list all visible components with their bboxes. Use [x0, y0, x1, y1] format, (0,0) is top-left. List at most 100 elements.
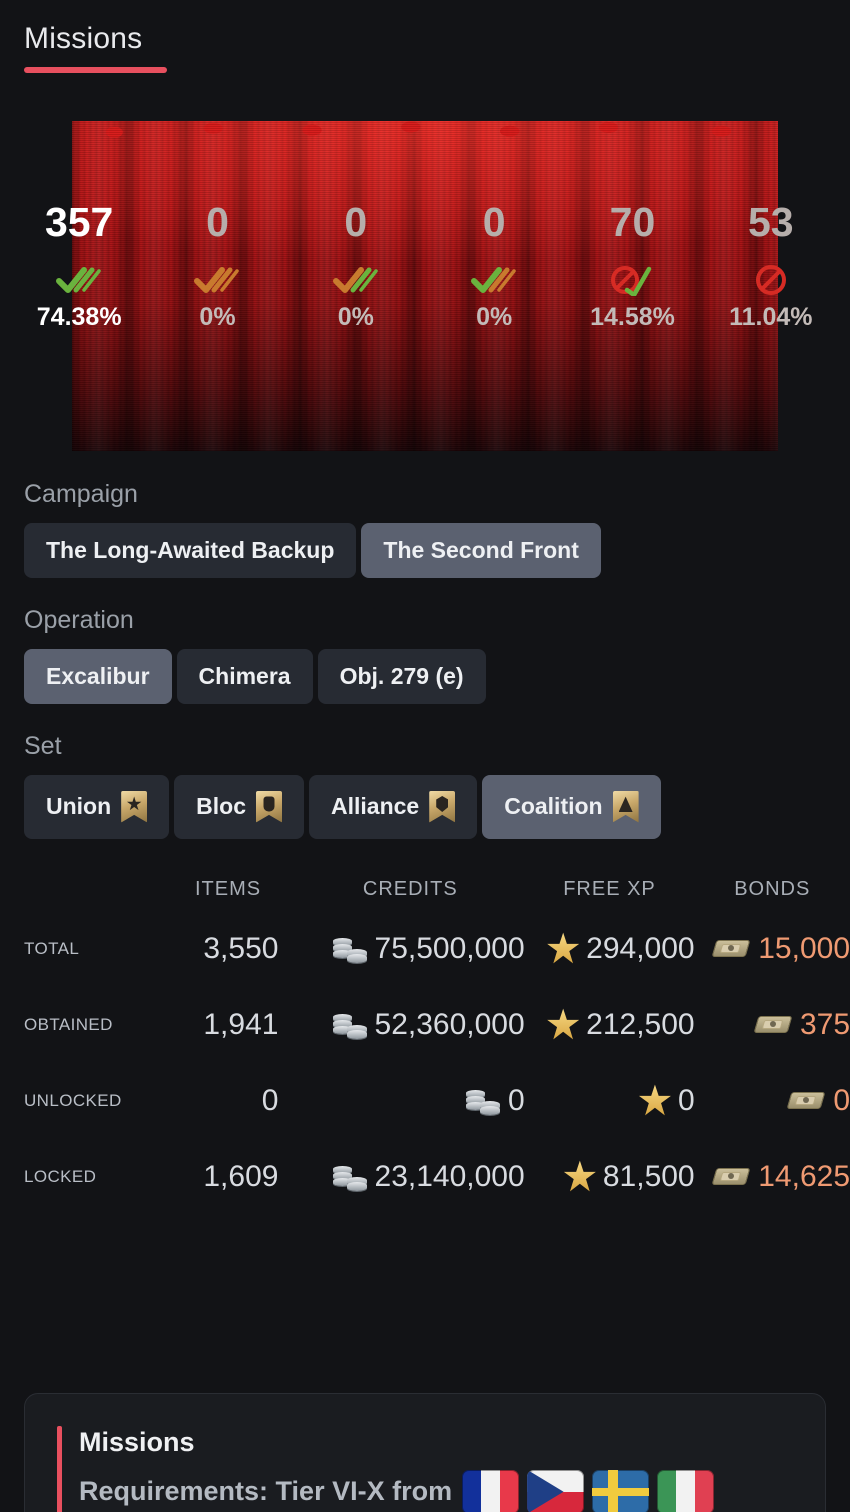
- pill-label: Chimera: [198, 662, 291, 689]
- silver-coins-icon: [331, 1010, 369, 1040]
- cash-bundle-icon: [711, 1164, 751, 1190]
- row-label-unlocked: UNLOCKED: [24, 1090, 122, 1110]
- stat-column-blocked[interactable]: 53 11.04%: [702, 198, 840, 331]
- nation-flags: [462, 1469, 715, 1512]
- column-header-items: ITEMS: [195, 878, 262, 900]
- cell-items: 1,941: [203, 1007, 279, 1041]
- campaign-option-second-front[interactable]: The Second Front: [361, 522, 601, 578]
- column-header-free-xp: FREE XP: [563, 878, 656, 900]
- stat-percent: 0%: [337, 302, 374, 331]
- blocked-check-icon: [563, 257, 701, 303]
- cell-free-xp: 81,500: [602, 1159, 695, 1193]
- set-option-union[interactable]: Union: [24, 774, 170, 839]
- operation-option-excalibur[interactable]: Excalibur: [24, 648, 172, 704]
- gold-star-icon: [547, 1008, 580, 1040]
- campaign-option-long-awaited-backup[interactable]: The Long-Awaited Backup: [24, 522, 357, 578]
- operation-option-obj-279e[interactable]: Obj. 279 (e): [317, 648, 486, 704]
- stat-count: 0: [344, 198, 368, 245]
- silver-coins-icon: [331, 1162, 369, 1192]
- stat-count: 357: [44, 198, 114, 245]
- gold-star-icon: [638, 1084, 671, 1116]
- ribbon-shield-square-icon: [256, 790, 282, 823]
- stat-column-3[interactable]: 0 0%: [287, 198, 425, 331]
- mission-stats-banner: 357 74.38% 0 0% 0 0% 0 0% 70 14.58% 53 1…: [0, 107, 850, 452]
- stat-percent: 11.04%: [729, 302, 813, 331]
- pill-label: Bloc: [196, 793, 246, 819]
- table-header-row: ITEMS CREDITS FREE XP BONDS: [24, 869, 850, 911]
- pill-label: Union: [46, 793, 112, 819]
- cash-bundle-icon: [711, 936, 751, 962]
- table-row: OBTAINED 1,941 52,360,000 212,500 375: [24, 987, 850, 1063]
- set-option-alliance[interactable]: Alliance: [309, 774, 478, 839]
- cell-credits: 23,140,000: [374, 1159, 525, 1193]
- stat-percent: 0%: [199, 302, 236, 331]
- czech-republic-flag: [527, 1469, 585, 1512]
- double-check-green-icon: [10, 257, 148, 303]
- cell-credits: 75,500,000: [374, 931, 525, 965]
- pill-label: Obj. 279 (e): [339, 662, 464, 689]
- stat-count: 53: [748, 198, 794, 245]
- cell-items: 1,609: [203, 1159, 279, 1193]
- stat-column-completed[interactable]: 357 74.38%: [10, 198, 148, 330]
- stat-column-4[interactable]: 0 0%: [425, 198, 563, 331]
- cell-items: 0: [261, 1083, 279, 1117]
- campaign-label: Campaign: [24, 479, 138, 508]
- operation-option-chimera[interactable]: Chimera: [176, 648, 313, 704]
- cell-bonds: 375: [799, 1007, 850, 1041]
- silver-coins-icon: [464, 1086, 502, 1116]
- set-option-bloc[interactable]: Bloc: [174, 774, 304, 839]
- ribbon-triangle-icon: [612, 790, 639, 823]
- cell-items: 3,550: [203, 931, 279, 965]
- table-row: TOTAL 3,550 75,500,000 294,000 15,000: [24, 911, 850, 987]
- stat-percent: 0%: [476, 302, 513, 331]
- campaign-options: The Long-Awaited Backup The Second Front: [24, 522, 826, 578]
- banner-stats-row: 357 74.38% 0 0% 0 0% 0 0% 70 14.58% 53 1…: [0, 107, 850, 452]
- stat-count: 0: [206, 198, 229, 245]
- pill-label: Excalibur: [46, 662, 150, 689]
- mission-info-card[interactable]: Missions Requirements: Tier VI-X from: [24, 1393, 826, 1512]
- set-section: Set Union Bloc Alliance Coalition: [0, 732, 850, 839]
- table-row: UNLOCKED 0 0 0 0: [24, 1063, 850, 1139]
- page-header: Missions: [0, 0, 850, 73]
- set-label: Set: [24, 731, 62, 760]
- stat-percent: 14.58%: [590, 302, 675, 331]
- cell-free-xp: 212,500: [586, 1007, 695, 1041]
- cell-free-xp: 294,000: [586, 931, 695, 965]
- ribbon-shield-icon: [429, 790, 456, 823]
- cell-bonds: 14,625: [758, 1159, 850, 1193]
- card-body: Missions Requirements: Tier VI-X from: [79, 1427, 815, 1512]
- cell-bonds: 0: [833, 1083, 850, 1117]
- stat-column-2[interactable]: 0 0%: [148, 198, 286, 331]
- card-requirements-text: Requirements: Tier VI-X from: [79, 1476, 453, 1507]
- column-header-credits: CREDITS: [362, 878, 458, 900]
- stat-count: 0: [482, 198, 506, 245]
- cash-bundle-icon: [753, 1012, 793, 1038]
- italy-flag: [657, 1469, 715, 1512]
- row-label-obtained: OBTAINED: [24, 1014, 113, 1034]
- page-title: Missions: [24, 22, 143, 55]
- card-requirements-row: Requirements: Tier VI-X from: [79, 1469, 815, 1512]
- cell-free-xp: 0: [677, 1083, 695, 1117]
- card-title: Missions: [79, 1427, 195, 1457]
- operation-section: Operation Excalibur Chimera Obj. 279 (e): [0, 606, 850, 704]
- double-check-green-orange-icon: [425, 257, 563, 303]
- gold-star-icon: [547, 932, 580, 964]
- set-option-coalition[interactable]: Coalition: [482, 774, 661, 839]
- cash-bundle-icon: [786, 1088, 826, 1114]
- blocked-icon: [702, 257, 840, 303]
- operation-label: Operation: [24, 605, 134, 634]
- set-options: Union Bloc Alliance Coalition: [24, 774, 826, 839]
- cell-bonds: 15,000: [758, 931, 850, 965]
- campaign-section: Campaign The Long-Awaited Backup The Sec…: [0, 480, 850, 578]
- cell-credits: 52,360,000: [374, 1007, 525, 1041]
- table-row: LOCKED 1,609 23,140,000 81,500 14,625: [24, 1139, 850, 1215]
- double-check-orange-icon: [148, 257, 286, 303]
- row-label-locked: LOCKED: [24, 1166, 97, 1186]
- gold-star-icon: [563, 1160, 596, 1192]
- double-check-orange-green-icon: [287, 257, 425, 303]
- stat-column-blocked-check[interactable]: 70 14.58%: [563, 201, 701, 331]
- pill-label: Alliance: [331, 793, 420, 819]
- row-label-total: TOTAL: [24, 938, 80, 958]
- sweden-flag: [592, 1469, 650, 1512]
- pill-label: Coalition: [504, 793, 603, 819]
